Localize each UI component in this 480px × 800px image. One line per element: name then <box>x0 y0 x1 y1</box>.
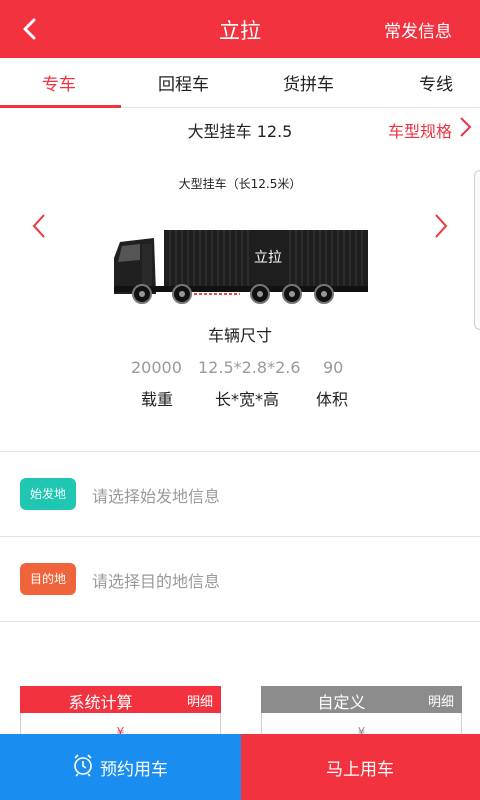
reserve-car-button[interactable]: 预约用车 <box>0 734 241 800</box>
origin-badge: 始发地 <box>20 478 76 510</box>
load-label: 载重 <box>141 390 174 409</box>
size-value: 12.5*2.8*2.6 <box>198 358 301 377</box>
tab-shared-truck[interactable]: 货拼车 <box>283 70 334 95</box>
truck-image: 立拉 <box>114 230 368 304</box>
container-logo: 立拉 <box>254 250 282 266</box>
dimensions-title: 车辆尺寸 <box>207 326 272 345</box>
frequent-info-link[interactable]: 常发信息 <box>384 17 452 42</box>
bottom-action-bar: 预约用车 马上用车 <box>0 734 480 800</box>
use-car-now-label: 马上用车 <box>326 760 394 780</box>
custom-calc-label: 自定义 <box>317 693 366 712</box>
previous-vehicle-icon[interactable] <box>30 212 48 240</box>
vehicle-model-row: 大型挂车 12.5 车型规格 <box>0 108 480 148</box>
tab-dedicated-line[interactable]: 专线 <box>419 70 453 95</box>
size-label: 长*宽*高 <box>215 390 280 409</box>
system-calc-label: 系统计算 <box>68 693 133 712</box>
vehicle-spec-link[interactable]: 车型规格 <box>388 118 452 142</box>
truck-caption: 大型挂车（长12.5米） <box>178 177 302 191</box>
service-tabs: 专车 回程车 货拼车 专线 <box>0 58 480 108</box>
alarm-clock-icon <box>74 754 92 777</box>
volume-label: 体积 <box>316 390 349 409</box>
custom-calc-detail-link[interactable]: 明细 <box>428 691 454 710</box>
destination-badge: 目的地 <box>20 563 76 595</box>
use-car-now-button[interactable]: 马上用车 <box>241 734 480 800</box>
origin-selector[interactable]: 始发地 请选择始发地信息 <box>0 452 480 536</box>
next-vehicle-icon[interactable] <box>432 212 450 240</box>
divider <box>0 621 480 622</box>
destination-selector[interactable]: 目的地 请选择目的地信息 <box>0 537 480 621</box>
destination-placeholder: 请选择目的地信息 <box>92 572 221 591</box>
tab-special-car[interactable]: 专车 <box>42 70 76 95</box>
app-header: 立拉 常发信息 <box>0 0 480 58</box>
system-calc-detail-link[interactable]: 明细 <box>187 691 213 710</box>
origin-placeholder: 请选择始发地信息 <box>92 487 221 506</box>
tab-return-truck[interactable]: 回程车 <box>158 70 209 95</box>
scroll-edge-handle[interactable] <box>474 170 480 330</box>
custom-calc-header: 自定义 明细 <box>261 686 462 713</box>
system-calc-header: 系统计算 明细 <box>20 686 221 713</box>
volume-value: 90 <box>323 358 344 377</box>
reserve-car-label: 预约用车 <box>100 760 168 780</box>
chevron-right-icon[interactable] <box>458 116 472 138</box>
load-value: 20000 <box>131 358 182 377</box>
